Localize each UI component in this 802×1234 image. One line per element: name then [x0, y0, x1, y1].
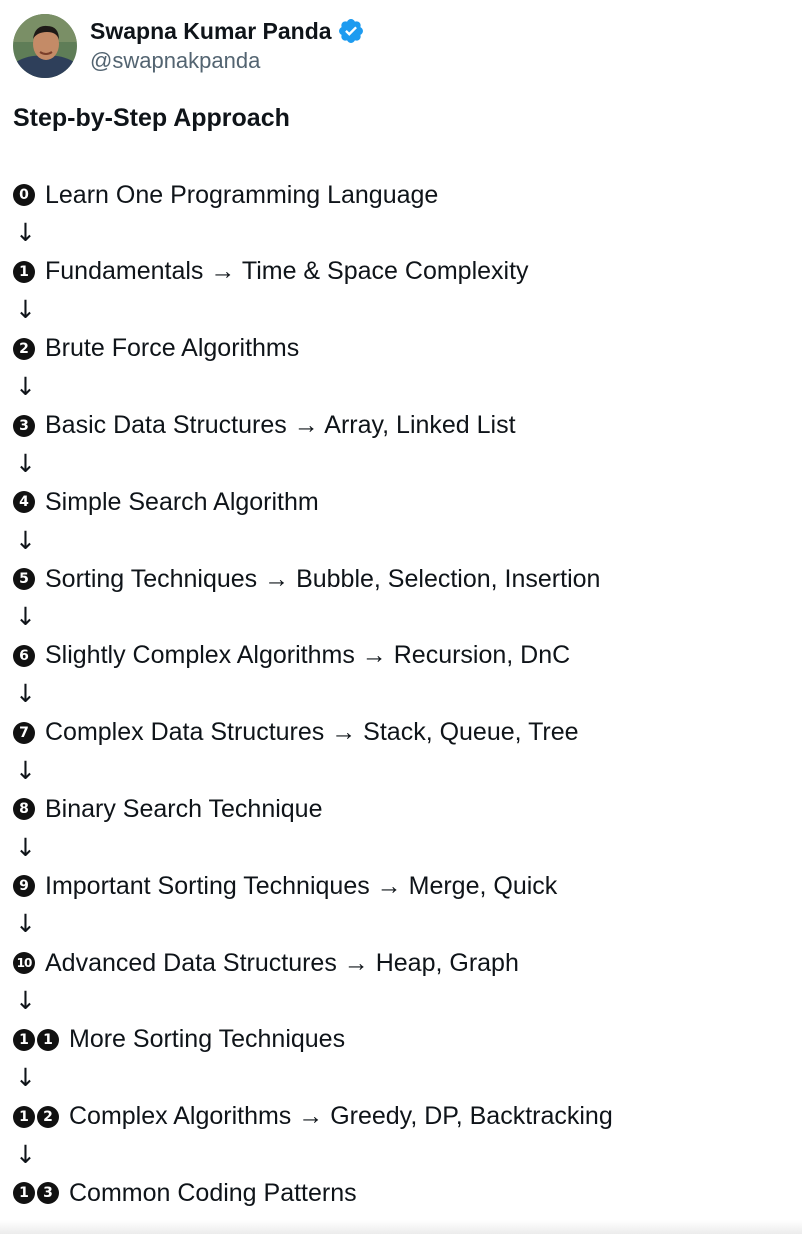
step-number-digit: 6: [13, 644, 35, 667]
step-number-digit: 1: [13, 1028, 35, 1051]
avatar[interactable]: [13, 14, 77, 78]
step-number-digit: 3: [13, 414, 35, 437]
step-number-badge: 0: [13, 184, 37, 207]
steps-list: 0 Learn One Programming Language ↓ 1 Fundame…: [13, 176, 793, 1213]
down-arrow-icon: ↓: [15, 448, 36, 478]
tweet-header: Swapna Kumar Panda @swapnakpanda: [13, 14, 365, 78]
step-text: Slightly Complex Algorithms → Recursion,…: [45, 641, 571, 670]
step-number-badge: 2: [13, 337, 37, 360]
step-number-badge: 8: [13, 798, 37, 821]
post-heading: Step-by-Step Approach: [13, 104, 290, 132]
down-arrow-icon: ↓: [15, 755, 36, 785]
down-arrow-icon: ↓: [15, 218, 36, 248]
step-number-digit: 1: [13, 1182, 35, 1205]
step-number-badge: 11: [13, 1028, 61, 1051]
step-item: 8 Binary Search Technique: [13, 790, 793, 828]
step-connector: ↓: [13, 905, 793, 943]
name-row: Swapna Kumar Panda: [90, 16, 365, 46]
step-item: 1 2 Complex Algorithms → Greedy, DP, Backt…: [13, 1097, 793, 1135]
step-connector: ↓: [13, 522, 793, 560]
tweet-card: Swapna Kumar Panda @swapnakpanda Step-by…: [0, 0, 802, 1234]
step-item: 1 Fundamentals → Time & Space Complexity: [13, 253, 793, 291]
step-number-badge: 6: [13, 644, 37, 667]
step-number-digit: 2: [37, 1105, 59, 1128]
step-text: More Sorting Techniques: [69, 1025, 346, 1054]
step-item: 1 3 Common Coding Patterns: [13, 1174, 793, 1212]
verified-badge-icon: [337, 17, 365, 45]
step-connector: ↓: [13, 598, 793, 636]
step-item: 6 Slightly Complex Algorithms → Recursion…: [13, 637, 793, 675]
step-item: 5 Sorting Techniques → Bubble, Selection,…: [13, 560, 793, 598]
step-connector: ↓: [13, 368, 793, 406]
step-text: Simple Search Algorithm: [45, 487, 319, 516]
step-text: Brute Force Algorithms: [45, 334, 300, 363]
step-item: 4 Simple Search Algorithm: [13, 483, 793, 521]
down-arrow-icon: ↓: [15, 525, 36, 555]
step-number-digit: 9: [13, 875, 35, 898]
step-number-digit: 4: [13, 491, 35, 514]
step-text: Learn One Programming Language: [45, 180, 439, 209]
down-arrow-icon: ↓: [15, 679, 36, 709]
author-display-name[interactable]: Swapna Kumar Panda: [90, 16, 332, 46]
step-item: 9 Important Sorting Techniques → Merge, Q…: [13, 867, 793, 905]
step-number-badge: 10: [13, 952, 37, 974]
step-number-digit: 1: [13, 1105, 35, 1128]
step-connector: ↓: [13, 445, 793, 483]
step-connector: ↓: [13, 291, 793, 329]
step-number-digit: 1: [37, 1028, 59, 1051]
step-number-digit: 0: [13, 184, 35, 207]
step-number-digit: 8: [13, 798, 35, 821]
step-text: Sorting Techniques → Bubble, Selection, …: [45, 564, 601, 593]
step-text: Fundamentals → Time & Space Complexity: [45, 257, 529, 286]
step-item: 10 Advanced Data Structures → Heap, Graph: [13, 944, 793, 982]
step-connector: ↓: [13, 982, 793, 1020]
step-number-digit: 10: [13, 952, 35, 974]
step-connector: ↓: [13, 214, 793, 252]
down-arrow-icon: ↓: [15, 1062, 36, 1092]
step-number-digit: 2: [13, 337, 35, 360]
step-number-badge: 3: [13, 414, 37, 437]
step-number-badge: 9: [13, 875, 37, 898]
step-text: Binary Search Technique: [45, 794, 323, 823]
step-item: 7 Complex Data Structures → Stack, Queue,…: [13, 713, 793, 751]
step-number-digit: 3: [37, 1182, 59, 1205]
step-item: 1 1 More Sorting Techniques: [13, 1021, 793, 1059]
step-text: Important Sorting Techniques → Merge, Qu…: [45, 871, 558, 900]
step-connector: ↓: [13, 675, 793, 713]
step-item: 2 Brute Force Algorithms: [13, 330, 793, 368]
down-arrow-icon: ↓: [15, 1139, 36, 1169]
step-connector: ↓: [13, 1059, 793, 1097]
step-number-badge: 13: [13, 1182, 61, 1205]
step-item: 0 Learn One Programming Language: [13, 176, 793, 214]
step-number-digit: 1: [13, 260, 35, 283]
down-arrow-icon: ↓: [15, 832, 36, 862]
step-number-badge: 12: [13, 1105, 61, 1128]
down-arrow-icon: ↓: [15, 371, 36, 401]
step-connector: ↓: [13, 829, 793, 867]
author-handle[interactable]: @swapnakpanda: [90, 46, 365, 76]
step-number-badge: 7: [13, 721, 37, 744]
step-text: Complex Algorithms → Greedy, DP, Backtra…: [69, 1102, 613, 1131]
down-arrow-icon: ↓: [15, 295, 36, 325]
step-connector: ↓: [13, 1136, 793, 1174]
author-names: Swapna Kumar Panda @swapnakpanda: [90, 16, 365, 76]
profile-photo-icon: [13, 14, 77, 78]
step-text: Advanced Data Structures → Heap, Graph: [45, 948, 519, 977]
down-arrow-icon: ↓: [15, 986, 36, 1016]
bottom-divider: [0, 1220, 802, 1234]
step-number-badge: 1: [13, 260, 37, 283]
step-number-digit: 5: [13, 568, 35, 591]
step-number-badge: 5: [13, 568, 37, 591]
down-arrow-icon: ↓: [15, 909, 36, 939]
step-text: Basic Data Structures → Array, Linked Li…: [45, 411, 516, 440]
step-number-digit: 7: [13, 721, 35, 744]
step-number-badge: 4: [13, 491, 37, 514]
step-text: Common Coding Patterns: [69, 1178, 357, 1207]
step-item: 3 Basic Data Structures → Array, Linked L…: [13, 406, 793, 444]
down-arrow-icon: ↓: [15, 602, 36, 632]
step-text: Complex Data Structures → Stack, Queue, …: [45, 718, 579, 747]
step-connector: ↓: [13, 752, 793, 790]
